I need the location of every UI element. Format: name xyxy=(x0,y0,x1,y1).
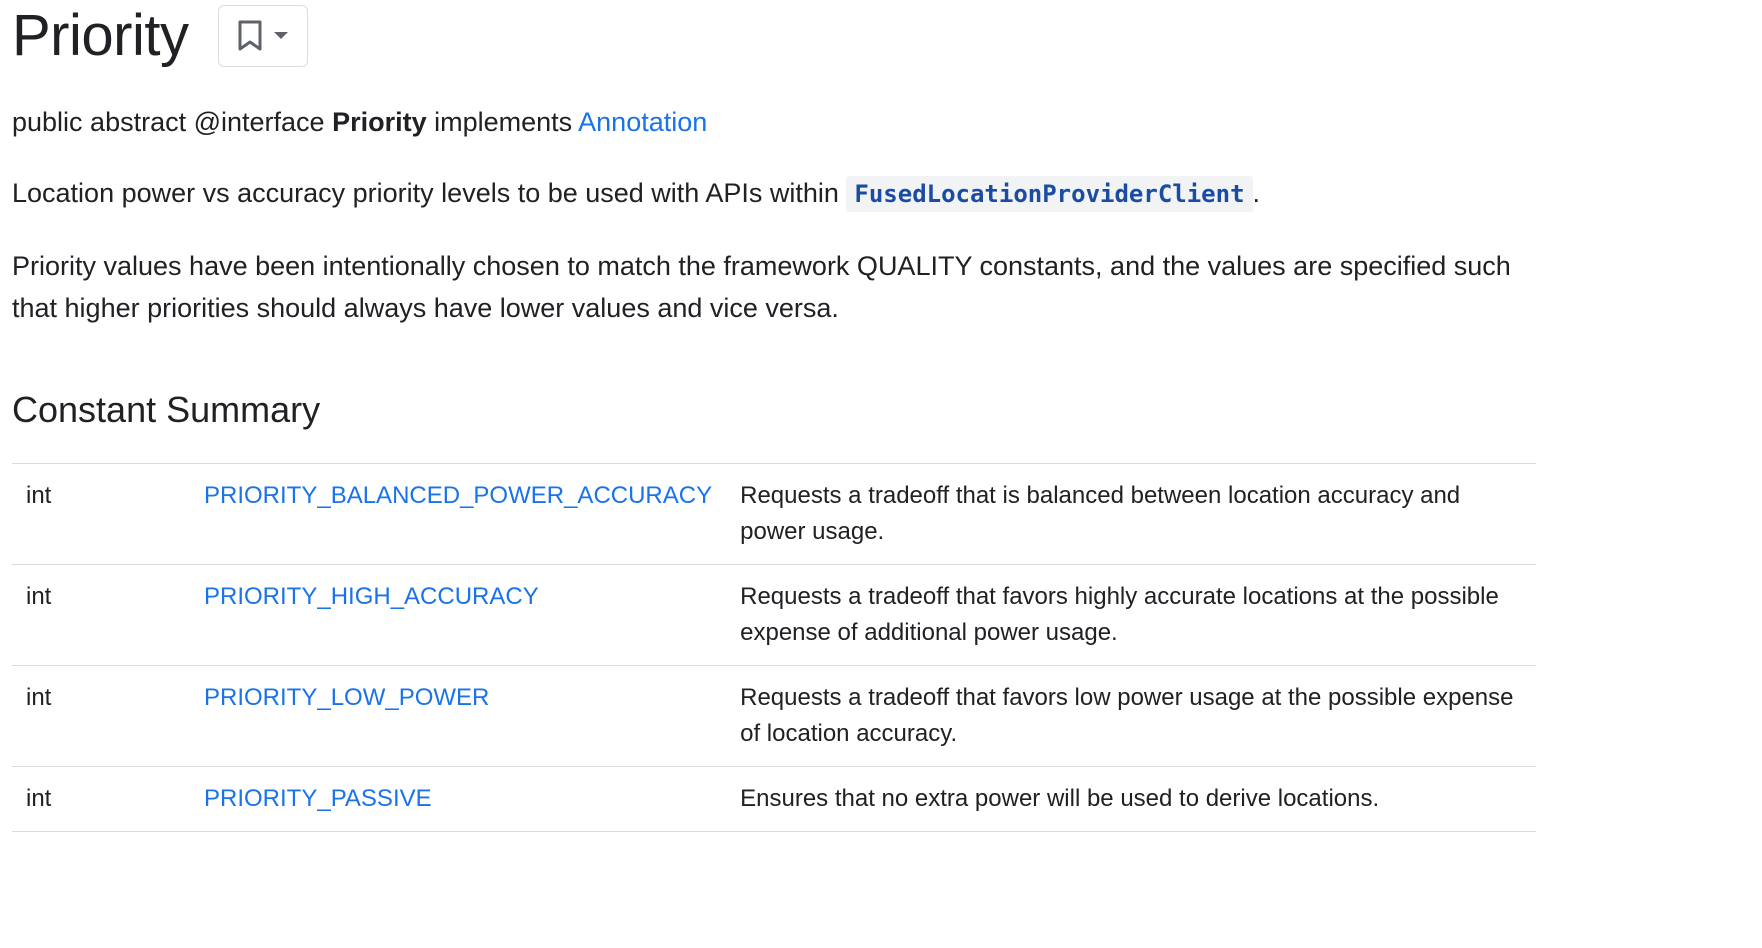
fused-location-provider-client-link[interactable]: FusedLocationProviderClient xyxy=(846,176,1253,212)
constant-link-balanced-power-accuracy[interactable]: PRIORITY_BALANCED_POWER_ACCURACY xyxy=(204,482,712,509)
bookmark-button[interactable] xyxy=(218,5,309,67)
constant-summary-title: Constant Summary xyxy=(12,389,321,430)
description-paragraph-1: Location power vs accuracy priority leve… xyxy=(12,172,1536,215)
annotation-link[interactable]: Annotation xyxy=(578,107,707,137)
constant-type: int xyxy=(26,684,52,711)
constant-summary-table: int PRIORITY_BALANCED_POWER_ACCURACY Req… xyxy=(12,463,1536,832)
arrow-drop-down-icon xyxy=(273,31,289,41)
signature-prefix: public abstract @interface xyxy=(12,107,333,137)
constant-description: Requests a tradeoff that favors low powe… xyxy=(740,684,1514,747)
constant-link-high-accuracy[interactable]: PRIORITY_HIGH_ACCURACY xyxy=(204,583,539,610)
constant-description: Ensures that no extra power will be used… xyxy=(740,785,1380,812)
constant-description: Requests a tradeoff that favors highly a… xyxy=(740,583,1499,646)
constant-link-low-power[interactable]: PRIORITY_LOW_POWER xyxy=(204,684,489,711)
class-signature: public abstract @interface Priority impl… xyxy=(12,102,1536,142)
table-row: int PRIORITY_BALANCED_POWER_ACCURACY Req… xyxy=(12,463,1536,565)
constant-link-passive[interactable]: PRIORITY_PASSIVE xyxy=(204,785,432,812)
signature-name: Priority xyxy=(332,107,427,137)
description-text: Location power vs accuracy priority leve… xyxy=(12,178,847,208)
signature-implements: implements xyxy=(426,107,579,137)
constant-type: int xyxy=(26,583,52,610)
description-suffix: . xyxy=(1252,178,1261,208)
table-row: int PRIORITY_LOW_POWER Requests a tradeo… xyxy=(12,665,1536,767)
bookmark-icon xyxy=(237,20,263,52)
constant-type: int xyxy=(26,482,52,509)
page-title: Priority xyxy=(12,3,189,68)
title-row: Priority xyxy=(12,0,1536,72)
table-row: int PRIORITY_HIGH_ACCURACY Requests a tr… xyxy=(12,564,1536,666)
page-content: Priority public abstract @interface Prio… xyxy=(12,0,1536,832)
constant-description: Requests a tradeoff that is balanced bet… xyxy=(740,482,1461,545)
constant-type: int xyxy=(26,785,52,812)
description-paragraph-2: Priority values have been intentionally … xyxy=(12,251,1511,323)
table-row: int PRIORITY_PASSIVE Ensures that no ext… xyxy=(12,766,1536,832)
